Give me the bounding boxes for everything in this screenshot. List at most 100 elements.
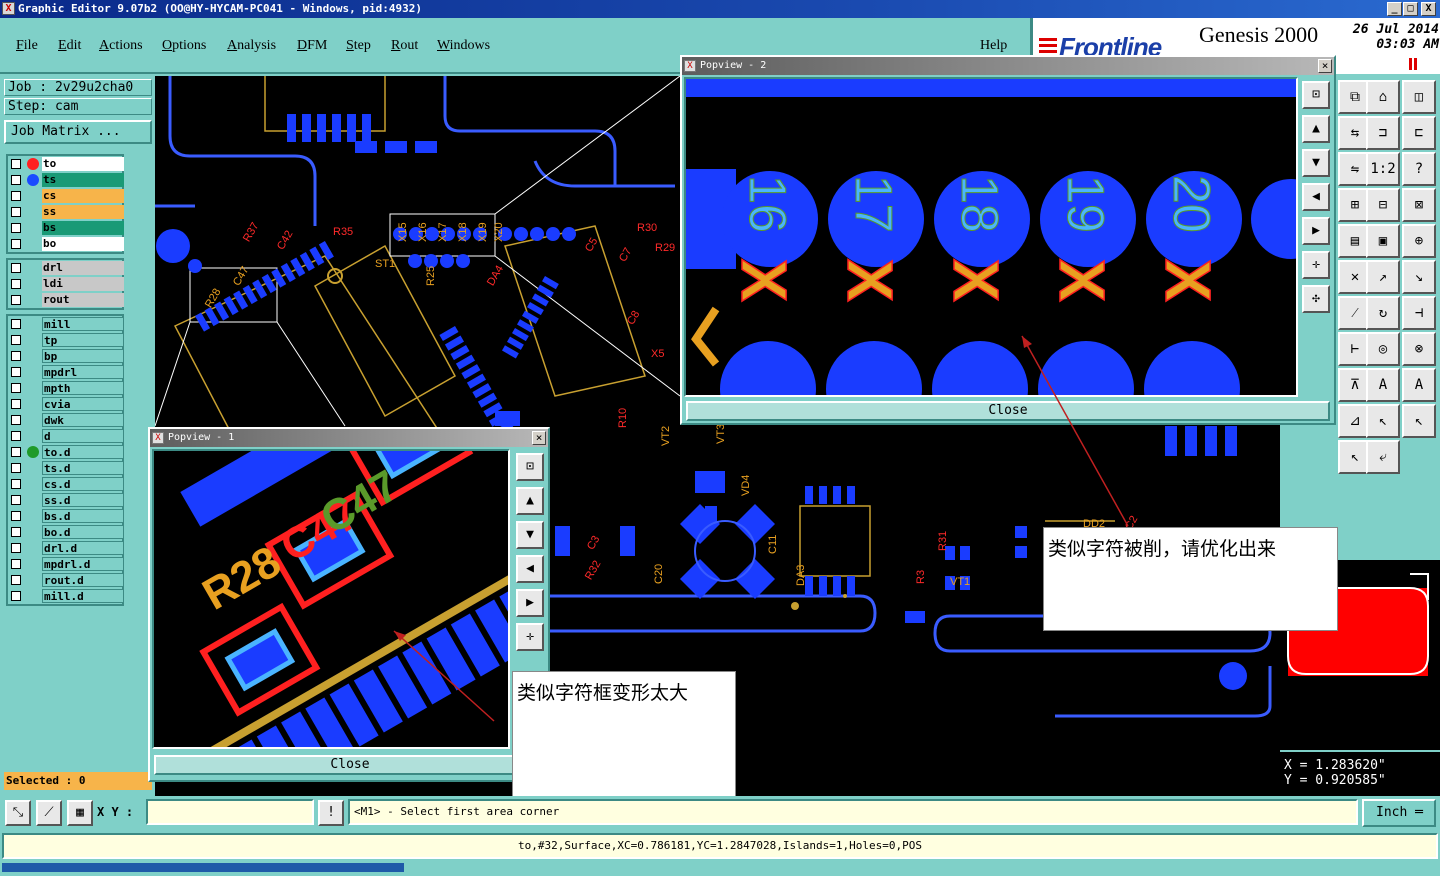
popview-2-view[interactable]: 16 X 17 X 18 X 19 X 20 X	[684, 77, 1298, 397]
panel-icon[interactable]: ◫	[1402, 80, 1436, 114]
layer-checkbox[interactable]	[11, 207, 21, 217]
layer-row[interactable]: cs.d	[8, 476, 124, 492]
layer-row[interactable]: cvia	[8, 396, 124, 412]
layer-name[interactable]: dwk	[42, 413, 124, 427]
pv2-pan-down-icon[interactable]: ▼	[1302, 149, 1330, 177]
layer-name[interactable]: rout.d	[42, 573, 124, 587]
layer-checkbox[interactable]	[11, 335, 21, 345]
layer-row[interactable]: tp	[8, 332, 124, 348]
layer-name[interactable]: to	[42, 157, 124, 171]
letter-a-alt-icon[interactable]: A	[1402, 368, 1436, 402]
layer-row[interactable]: to	[8, 156, 124, 172]
layer-name[interactable]: bs.d	[42, 509, 124, 523]
layer-row[interactable]: rout	[8, 292, 124, 308]
menu-file[interactable]: File	[16, 38, 38, 54]
layer-checkbox[interactable]	[11, 431, 21, 441]
pv2-zoom-home-icon[interactable]: ⊡	[1302, 81, 1330, 109]
layer-name[interactable]: ts	[42, 173, 124, 187]
layer-checkbox[interactable]	[11, 399, 21, 409]
return-icon[interactable]: ⤶	[1366, 440, 1400, 474]
layer-row[interactable]: ts.d	[8, 460, 124, 476]
pv2-zoom-in-icon[interactable]: ✛	[1302, 251, 1330, 279]
minimize-button[interactable]: _	[1387, 2, 1402, 16]
layer-name[interactable]: mill.d	[42, 589, 124, 603]
tab-right-icon[interactable]: ⊏	[1402, 116, 1436, 150]
layer-name[interactable]: tp	[42, 333, 124, 347]
menu-rout[interactable]: Rout	[391, 38, 418, 54]
layer-name[interactable]: rout	[42, 293, 124, 307]
measure-tool-icon[interactable]: ⟋	[36, 800, 62, 826]
layer-row[interactable]: bo.d	[8, 524, 124, 540]
app-icon[interactable]: X	[2, 2, 15, 15]
layer-name[interactable]: bp	[42, 349, 124, 363]
layer-checkbox[interactable]	[11, 279, 21, 289]
pv2-zoom-out-icon[interactable]: ✣	[1302, 285, 1330, 313]
home-icon[interactable]: ⌂	[1366, 80, 1400, 114]
layer-row[interactable]: ss	[8, 204, 124, 220]
layer-checkbox[interactable]	[11, 383, 21, 393]
grid-c-icon[interactable]: ⊠	[1402, 188, 1436, 222]
arrow-down-right-icon[interactable]: ↘	[1402, 260, 1436, 294]
menu-help[interactable]: Help	[980, 38, 1007, 54]
menu-windows[interactable]: Windows	[437, 38, 490, 54]
layer-name[interactable]: mpdrl.d	[42, 557, 124, 571]
pv1-pan-right-icon[interactable]: ▶	[516, 589, 544, 617]
layer-checkbox[interactable]	[11, 511, 21, 521]
pv1-pan-left-icon[interactable]: ◀	[516, 555, 544, 583]
pv2-pan-right-icon[interactable]: ▶	[1302, 217, 1330, 245]
popview-1-view[interactable]: R28 C47 C47	[152, 449, 510, 749]
layer-name[interactable]: cs.d	[42, 477, 124, 491]
popview-2-close-button[interactable]: Close	[686, 401, 1330, 421]
layer-checkbox[interactable]	[11, 319, 21, 329]
layer-checkbox[interactable]	[11, 415, 21, 425]
layer-row[interactable]: to.d	[8, 444, 124, 460]
menu-actions[interactable]: Actions	[99, 38, 143, 54]
layer-checkbox[interactable]	[11, 575, 21, 585]
maximize-button[interactable]: □	[1403, 2, 1418, 16]
layer-checkbox[interactable]	[11, 527, 21, 537]
rotate-icon[interactable]: ↻	[1366, 296, 1400, 330]
bang-button[interactable]: !	[318, 800, 344, 826]
letter-a-icon[interactable]: A	[1366, 368, 1400, 402]
layer-row[interactable]: bs.d	[8, 508, 124, 524]
menu-edit[interactable]: Edit	[58, 38, 81, 54]
pv1-zoom-in-icon[interactable]: ✛	[516, 623, 544, 651]
layer-name[interactable]: ldi	[42, 277, 124, 291]
layer-row[interactable]: drl.d	[8, 540, 124, 556]
layer-name[interactable]: bo	[42, 237, 124, 251]
pv2-pan-up-icon[interactable]: ▲	[1302, 115, 1330, 143]
left-bracket-icon[interactable]: ⊣	[1402, 296, 1436, 330]
layer-checkbox[interactable]	[11, 263, 21, 273]
layer-name[interactable]: cs	[42, 189, 124, 203]
select-tool-icon[interactable]: ⤡	[5, 800, 31, 826]
layer-checkbox[interactable]	[11, 239, 21, 249]
help-icon[interactable]: ?	[1402, 152, 1436, 186]
layer-name[interactable]: ts.d	[42, 461, 124, 475]
menu-step[interactable]: Step	[346, 38, 371, 54]
layer-checkbox[interactable]	[11, 463, 21, 473]
arrow-up-right-icon[interactable]: ↗	[1366, 260, 1400, 294]
close-window-button[interactable]: X	[1421, 2, 1436, 16]
layer-checkbox[interactable]	[11, 479, 21, 489]
menu-analysis[interactable]: Analysis	[227, 38, 276, 54]
pv1-pan-down-icon[interactable]: ▼	[516, 521, 544, 549]
menu-dfm[interactable]: DFM	[297, 38, 327, 54]
layer-name[interactable]: bo.d	[42, 525, 124, 539]
popview-1-close-icon[interactable]: ×	[532, 431, 546, 445]
unit-selector[interactable]: Inch ═	[1362, 799, 1436, 827]
layer-name[interactable]: ss.d	[42, 493, 124, 507]
layer-checkbox[interactable]	[11, 191, 21, 201]
layer-name[interactable]: mpdrl	[42, 365, 124, 379]
layer-name[interactable]: bs	[42, 221, 124, 235]
layer-name[interactable]: mpth	[42, 381, 124, 395]
pv2-pan-left-icon[interactable]: ◀	[1302, 183, 1330, 211]
grid-tool-icon[interactable]: ▦	[67, 800, 93, 826]
scale-icon[interactable]: 1:2	[1366, 152, 1400, 186]
layer-name[interactable]: cvia	[42, 397, 124, 411]
layer-row[interactable]: mpdrl.d	[8, 556, 124, 572]
fill-icon[interactable]: ▣	[1366, 224, 1400, 258]
layer-row[interactable]: bo	[8, 236, 124, 252]
layer-row[interactable]: ss.d	[8, 492, 124, 508]
grid-b-icon[interactable]: ⊟	[1366, 188, 1400, 222]
layer-checkbox[interactable]	[11, 367, 21, 377]
